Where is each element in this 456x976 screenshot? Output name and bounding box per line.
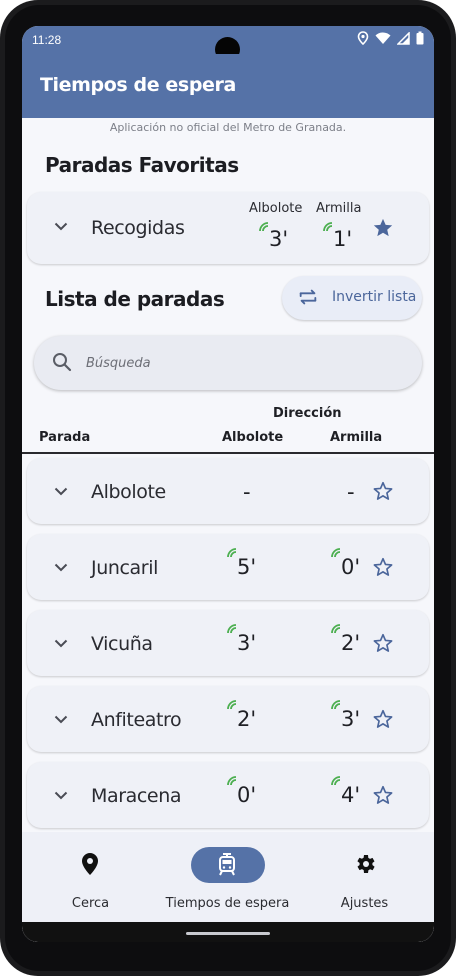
search-input[interactable] [86,350,386,376]
chevron-down-icon[interactable] [54,715,68,724]
app-title: Tiempos de espera [40,74,236,96]
star-outline-icon[interactable] [372,708,394,730]
signal-status-icon [397,31,410,45]
stop-name: Maracena [91,785,182,807]
stop-column-header: Parada [39,430,91,445]
tram-icon [219,853,235,876]
favorite-dir2-label: Armilla [316,201,362,216]
chevron-down-icon[interactable] [54,487,68,496]
realtime-signal-icon [331,700,341,710]
stop-time-dir2: 0' [341,555,361,579]
chevron-down-icon[interactable] [54,791,68,800]
location-status-icon [357,31,369,45]
nav-label-ajustes: Ajustes [340,896,389,911]
chevron-down-icon[interactable] [54,639,68,648]
invert-list-label: Invertir lista [332,289,417,305]
status-time: 11:28 [32,33,62,47]
stop-row-albolote[interactable]: Albolote - - [27,458,429,524]
home-indicator[interactable] [186,932,270,935]
stop-row-juncaril[interactable]: Juncaril 5' 0' [27,534,429,600]
stop-time-dir2: 4' [341,783,361,807]
nav-item-ajustes[interactable]: Ajustes [296,832,433,922]
realtime-signal-icon [323,222,333,232]
stop-time-dir2: 3' [341,707,361,731]
stop-time-dir2: - [347,480,355,504]
stop-name: Albolote [91,481,166,503]
realtime-signal-icon [331,624,341,634]
realtime-signal-icon [227,700,237,710]
gear-icon [357,855,375,873]
stop-row-maracena[interactable]: Maracena 0' 4' [27,762,429,828]
search-bar[interactable] [34,336,422,390]
invert-list-button[interactable]: Invertir lista [282,276,422,320]
stop-name: Anfiteatro [91,709,182,731]
realtime-signal-icon [331,548,341,558]
favorites-title: Paradas Favoritas [45,153,239,177]
stop-list-title: Lista de paradas [45,287,225,311]
nav-item-cerca[interactable]: Cerca [22,832,159,922]
star-outline-icon[interactable] [372,480,394,502]
star-outline-icon[interactable] [372,632,394,654]
stop-time-dir1: 2' [237,707,257,731]
list-divider [22,452,434,454]
disclaimer-text: Aplicación no oficial del Metro de Grana… [109,121,347,134]
battery-status-icon [416,31,424,45]
dir2-column-header: Armilla [330,430,383,445]
swap-arrows-icon [299,289,317,305]
chevron-down-icon[interactable] [54,563,68,572]
stop-name: Vicuña [91,633,153,655]
stop-time-dir1: 5' [237,555,257,579]
nav-label-cerca: Cerca [71,896,110,911]
stop-name: Juncaril [91,557,158,579]
status-bar: 11:28 [22,26,434,62]
favorite-card-recogidas[interactable]: Recogidas Albolote Armilla 3' 1' [27,192,429,264]
realtime-signal-icon [227,776,237,786]
star-outline-icon[interactable] [372,784,394,806]
realtime-signal-icon [331,776,341,786]
realtime-signal-icon [259,222,269,232]
stop-time-dir1: 3' [237,631,257,655]
star-filled-icon[interactable] [372,217,394,239]
favorite-dir1-label: Albolote [249,201,303,216]
wifi-status-icon [375,32,391,44]
stop-time-dir1: 0' [237,783,257,807]
search-icon [53,353,72,372]
favorite-time-dir1: 3' [269,227,289,251]
chevron-down-icon[interactable] [54,222,68,231]
nav-item-tiempos[interactable]: Tiempos de espera [159,832,296,922]
star-outline-icon[interactable] [372,556,394,578]
favorite-stop-name: Recogidas [91,217,185,239]
direction-header: Dirección [273,406,342,421]
status-icons [357,31,424,45]
stop-time-dir2: 2' [341,631,361,655]
realtime-signal-icon [227,624,237,634]
realtime-signal-icon [227,548,237,558]
stop-row-anfiteatro[interactable]: Anfiteatro 2' 3' [27,686,429,752]
nav-label-tiempos: Tiempos de espera [165,896,290,911]
location-pin-icon [82,853,98,875]
phone-screen: 11:28 Tiempos de espera Aplicación no of… [22,26,434,942]
favorite-time-dir2: 1' [333,227,353,251]
app-bar: Tiempos de espera [22,54,434,118]
stop-row-vicuna[interactable]: Vicuña 3' 2' [27,610,429,676]
dir1-column-header: Albolote [222,430,284,445]
stop-time-dir1: - [243,480,251,504]
